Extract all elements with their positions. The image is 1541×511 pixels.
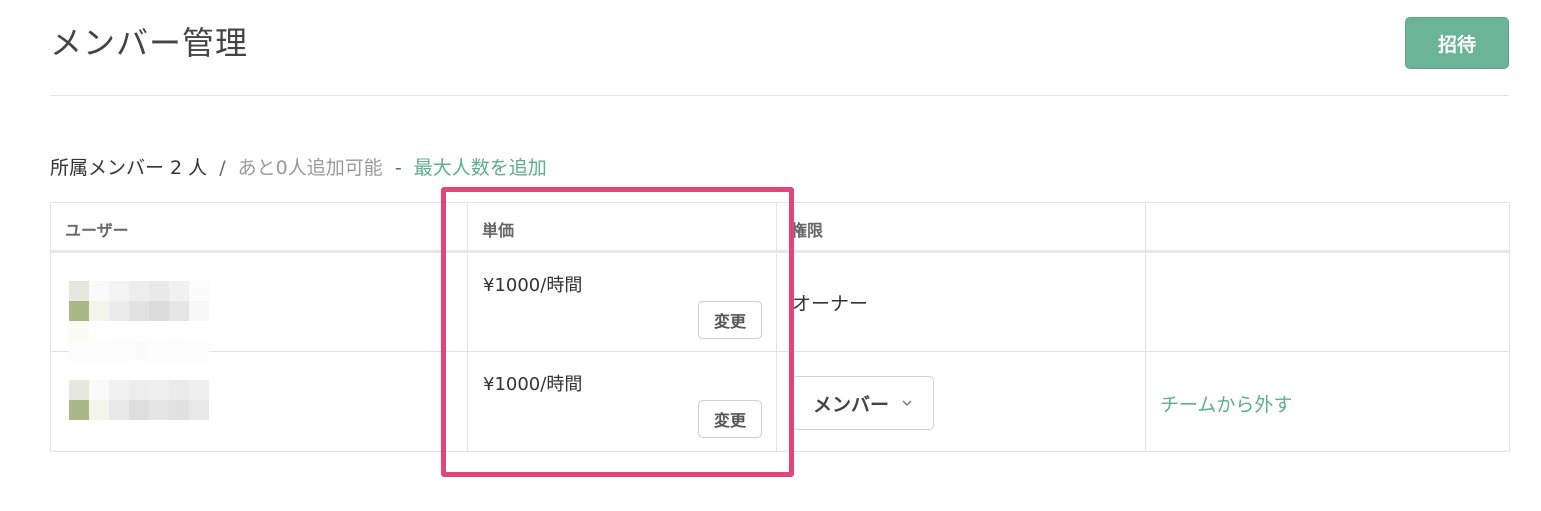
- role-cell: オーナー: [776, 251, 1146, 352]
- price-cell: ¥1000/時間 変更: [467, 251, 777, 352]
- member-count: 所属メンバー 2 人: [50, 157, 208, 179]
- price-cell: ¥1000/時間 変更: [467, 351, 777, 452]
- summary-dash: -: [394, 157, 402, 179]
- user-cell: [50, 251, 468, 361]
- user-cell: [50, 351, 468, 452]
- table-row: ¥1000/時間 変更 オーナー: [50, 251, 1510, 361]
- column-header-user: ユーザー: [50, 202, 468, 253]
- user-avatar-pixelated: [69, 380, 209, 420]
- page-title: メンバー管理: [50, 24, 249, 62]
- invite-button[interactable]: 招待: [1405, 17, 1509, 69]
- remove-from-team-link[interactable]: チームから外す: [1160, 390, 1292, 417]
- action-cell: [1145, 251, 1510, 352]
- role-select[interactable]: メンバー: [792, 376, 934, 430]
- table-row: ¥1000/時間 変更 メンバー チームから外す: [50, 351, 1510, 452]
- price-value: ¥1000/時間: [483, 374, 583, 395]
- action-cell: チームから外す: [1145, 351, 1510, 452]
- column-header-price: 単価: [467, 202, 777, 253]
- role-select-value: メンバー: [812, 393, 889, 416]
- user-avatar-pixelated: [69, 281, 209, 361]
- role-cell: メンバー: [776, 351, 1146, 452]
- change-price-button[interactable]: 変更: [698, 400, 762, 438]
- table-header-row: ユーザー 単価 権限: [50, 202, 1510, 253]
- member-summary: 所属メンバー 2 人 / あと0人追加可能 - 最大人数を追加: [50, 153, 547, 180]
- column-header-role: 権限: [776, 202, 1146, 253]
- header-divider: [50, 95, 1509, 96]
- add-max-members-link[interactable]: 最大人数を追加: [414, 157, 547, 179]
- summary-separator: /: [219, 157, 226, 179]
- change-price-button[interactable]: 変更: [698, 301, 762, 339]
- role-owner: オーナー: [792, 293, 869, 315]
- price-value: ¥1000/時間: [483, 275, 583, 296]
- members-table: ユーザー 単価 権限 ¥1000/時間 変更 オーナー ¥1000/時間 変更 …: [50, 202, 1510, 452]
- chevron-down-icon: [902, 400, 912, 406]
- column-header-actions: [1145, 202, 1510, 253]
- remaining-slots: あと0人追加可能: [237, 157, 383, 179]
